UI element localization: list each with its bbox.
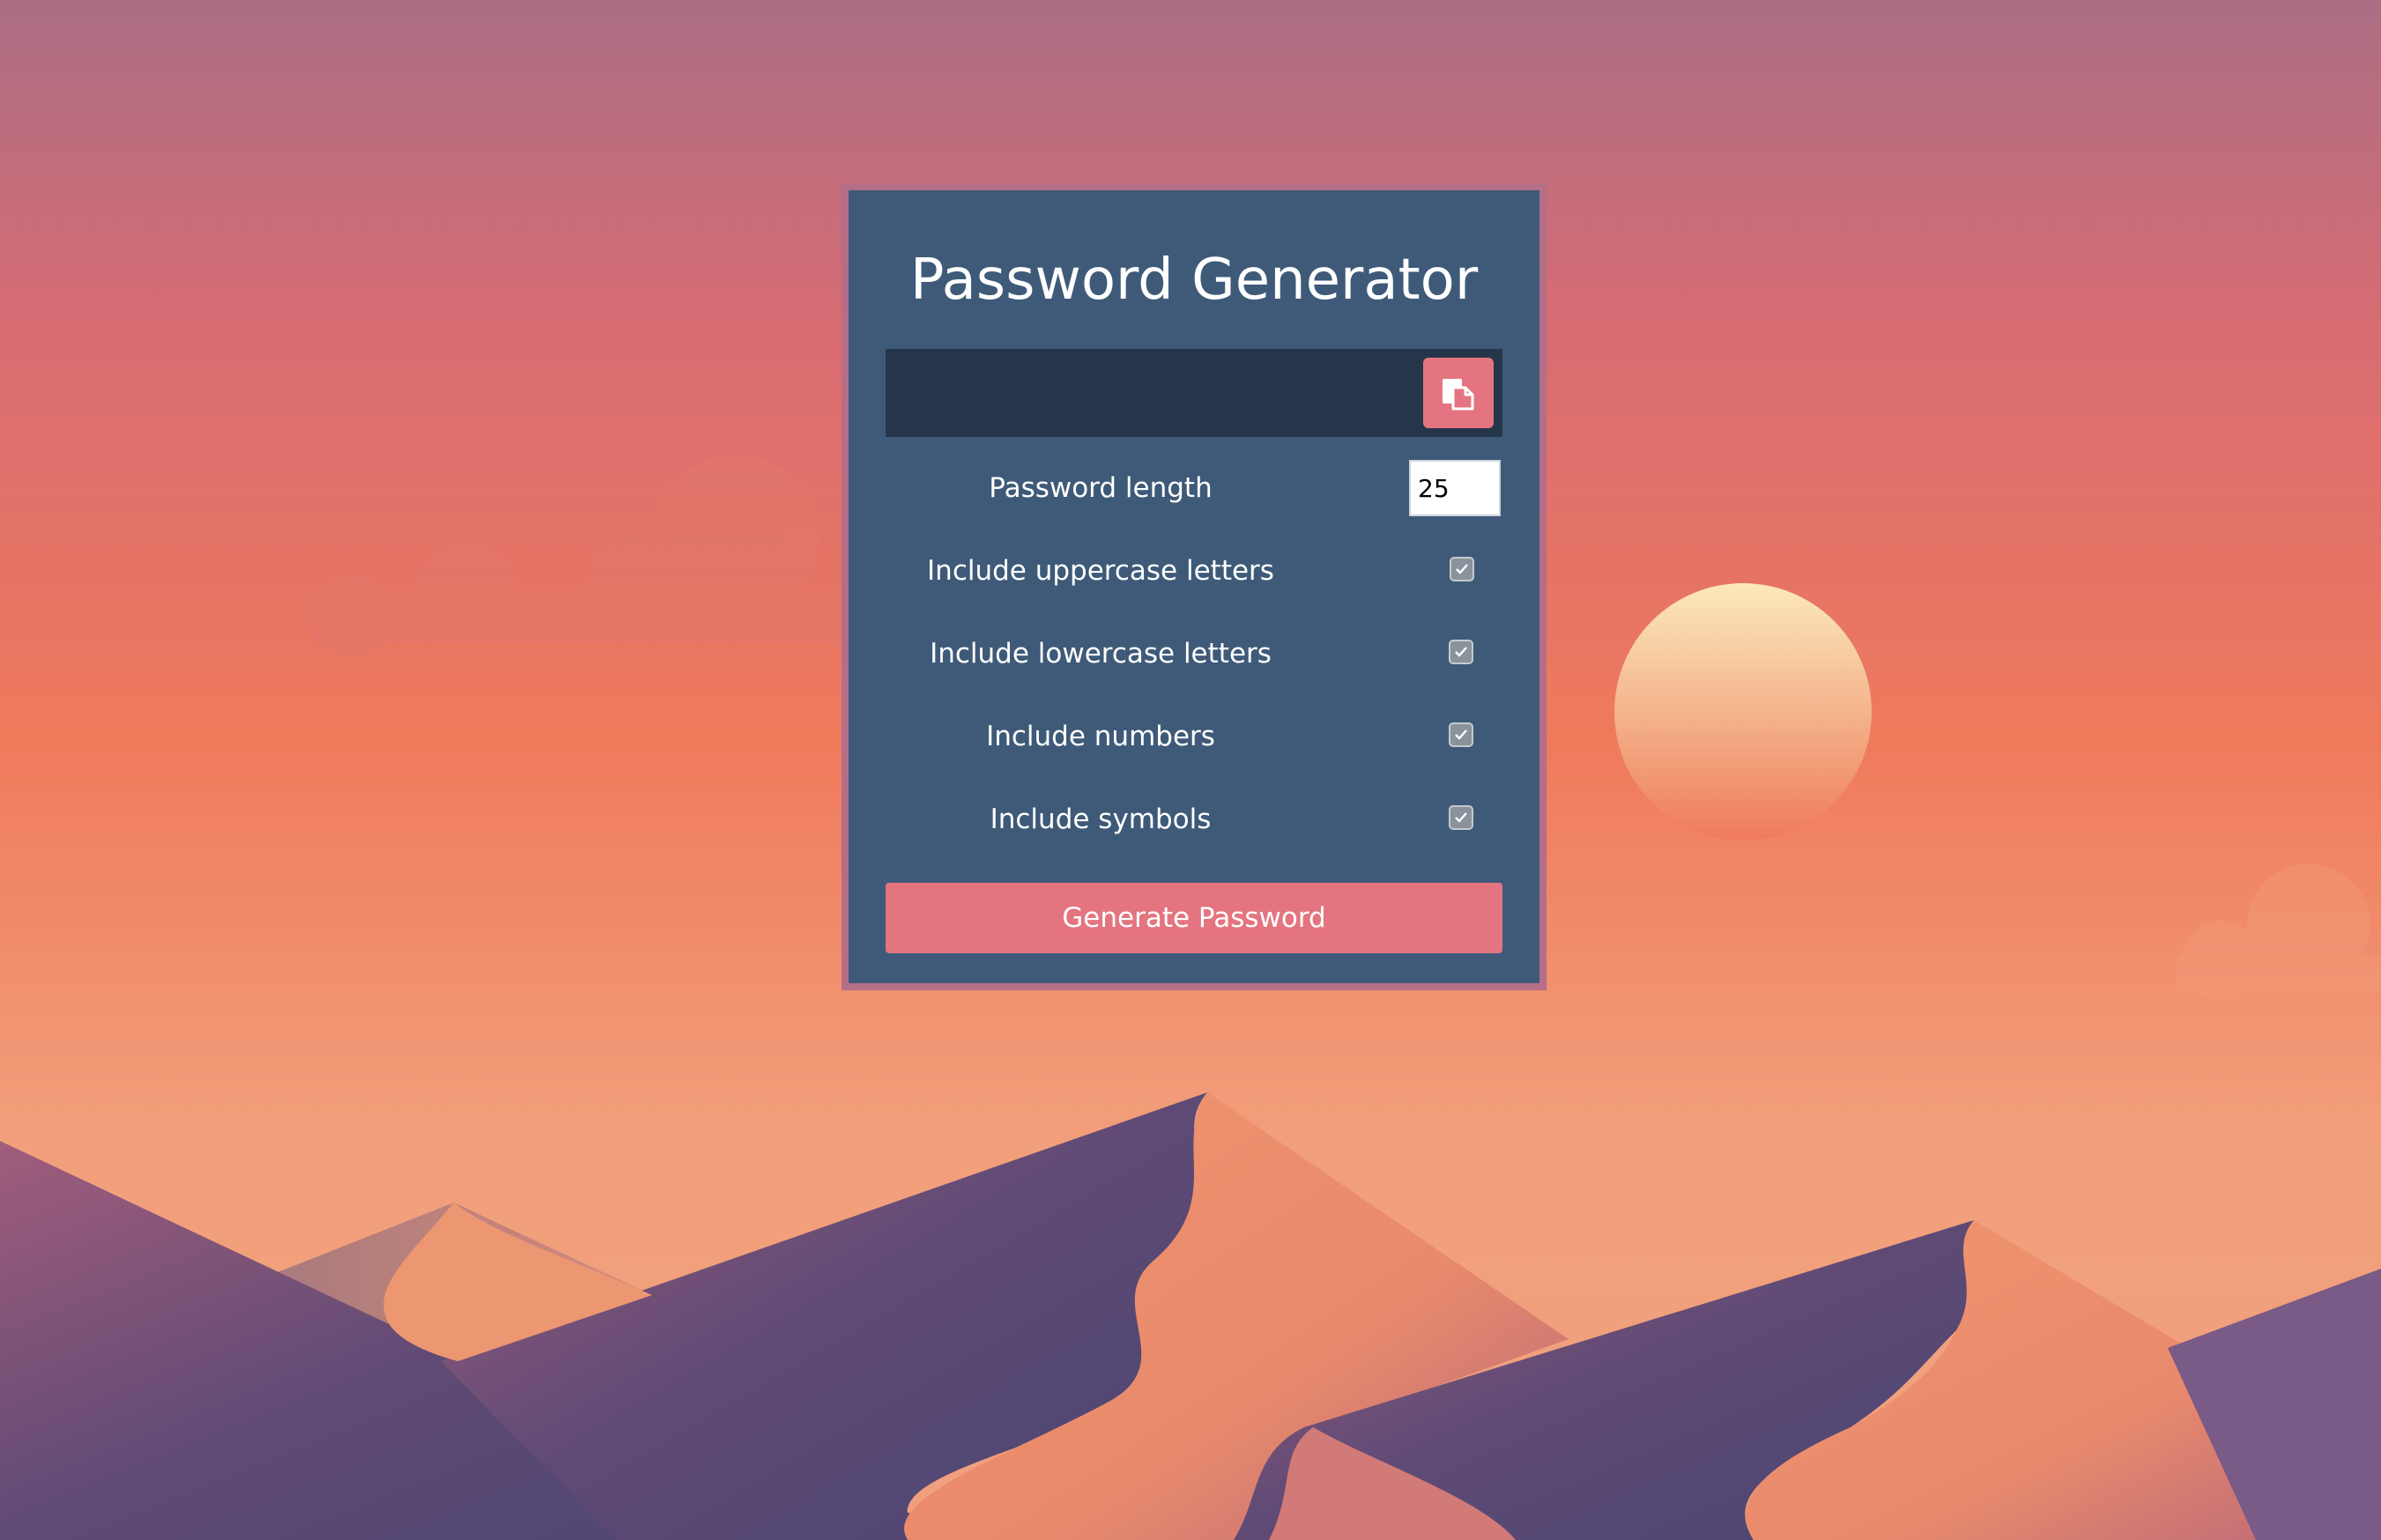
page: Password Generator Password length Inclu… [0, 0, 2381, 1540]
app-title: Password Generator [909, 248, 1479, 313]
clipboard-copy-icon [1443, 379, 1474, 411]
lowercase-checkbox[interactable] [1449, 640, 1473, 664]
password-length-label: Password length [989, 472, 1213, 504]
option-symbols-label: Include symbols [990, 803, 1212, 835]
option-numbers-row: Include numbers [886, 708, 1502, 765]
uppercase-checkbox[interactable] [1450, 557, 1474, 581]
generate-password-button[interactable]: Generate Password [886, 883, 1502, 953]
checkmark-icon [1455, 647, 1467, 657]
option-numbers-label: Include numbers [986, 721, 1215, 752]
numbers-checkbox[interactable] [1449, 722, 1473, 747]
symbols-checkbox[interactable] [1449, 805, 1473, 830]
option-symbols-row: Include symbols [886, 791, 1502, 848]
option-uppercase-label: Include uppercase letters [927, 555, 1274, 587]
option-lowercase-row: Include lowercase letters [886, 626, 1502, 682]
option-lowercase-label: Include lowercase letters [930, 638, 1272, 670]
option-uppercase-row: Include uppercase letters [886, 543, 1502, 599]
password-length-input[interactable] [1409, 460, 1501, 516]
checkmark-icon [1455, 812, 1467, 823]
password-generator-card: Password Generator Password length Inclu… [842, 183, 1547, 990]
password-length-row: Password length [886, 460, 1502, 516]
checkmark-icon [1456, 564, 1468, 574]
checkmark-icon [1455, 729, 1467, 740]
copy-to-clipboard-button[interactable] [1423, 358, 1494, 428]
password-result-field[interactable] [886, 349, 1502, 437]
